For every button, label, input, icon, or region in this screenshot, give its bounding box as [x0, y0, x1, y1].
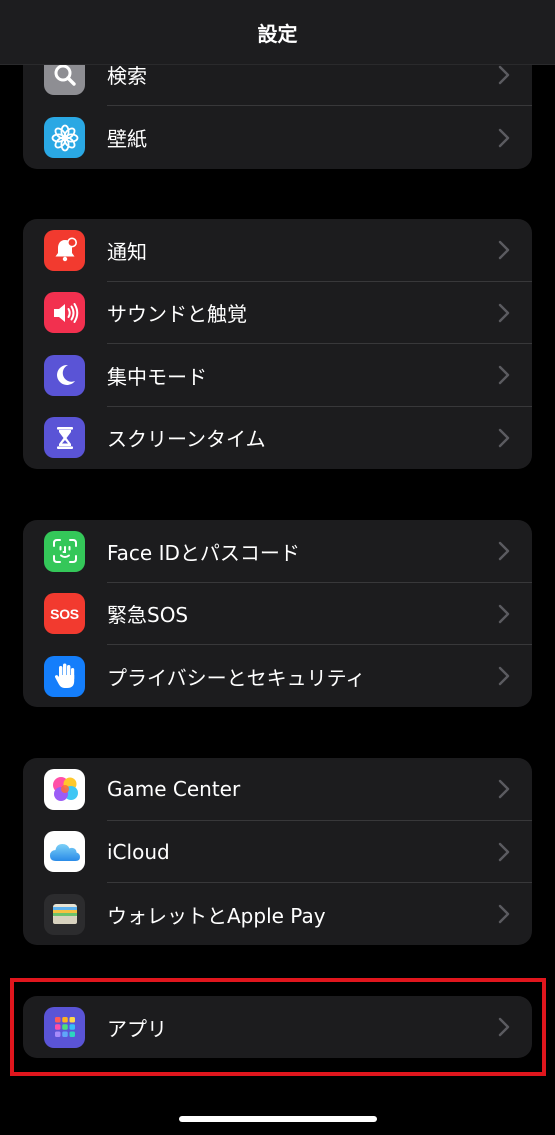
settings-row-game-center[interactable]: Game Center: [23, 758, 532, 821]
chevron-right-icon: [498, 604, 510, 623]
settings-group-apps: アプリ: [23, 996, 532, 1058]
chevron-right-icon: [498, 65, 510, 84]
settings-row-label: 通知: [107, 239, 147, 264]
settings-row-label: 緊急SOS: [107, 603, 189, 628]
chevron-right-icon: [498, 241, 510, 260]
settings-row-icloud[interactable]: iCloud: [23, 821, 532, 883]
chevron-right-icon: [498, 542, 510, 561]
settings-row-wallet[interactable]: ウォレットとApple Pay: [23, 883, 532, 945]
settings-row-label: 集中モード: [107, 364, 207, 389]
speaker-icon: [44, 292, 85, 334]
hourglass-icon: [44, 417, 85, 459]
moon-icon: [44, 354, 85, 396]
settings-group-security: Face IDとパスコード SOS 緊急SOS プライバシーとセキュリティ: [23, 520, 532, 707]
chevron-right-icon: [498, 366, 510, 385]
icloud-icon: [44, 831, 85, 873]
settings-group-accounts: Game Center iCloud ウォレットとApple Pay: [23, 758, 532, 945]
settings-row-label: アプリ: [107, 1016, 167, 1041]
home-indicator: [179, 1116, 377, 1122]
game-center-icon: [44, 768, 85, 810]
navigation-bar: 設定: [0, 0, 555, 65]
settings-row-label: Face IDとパスコード: [107, 540, 300, 565]
settings-row-privacy-security[interactable]: プライバシーとセキュリティ: [23, 645, 532, 707]
settings-row-label: プライバシーとセキュリティ: [107, 665, 366, 690]
sos-icon-text: SOS: [50, 605, 79, 622]
chevron-right-icon: [498, 428, 510, 447]
chevron-right-icon: [498, 128, 510, 147]
settings-row-sounds-haptics[interactable]: サウンドと触覚: [23, 282, 532, 344]
bell-icon: [44, 229, 85, 271]
face-id-icon: [44, 530, 85, 572]
settings-row-focus[interactable]: 集中モード: [23, 344, 532, 407]
wallpaper-flower-icon: [44, 117, 85, 158]
wallet-icon: [44, 893, 85, 935]
settings-row-apps[interactable]: アプリ: [23, 996, 532, 1058]
settings-row-screen-time[interactable]: スクリーンタイム: [23, 407, 532, 470]
settings-row-label: サウンドと触覚: [107, 302, 247, 327]
settings-row-label: 壁紙: [107, 127, 147, 151]
settings-row-label: ウォレットとApple Pay: [107, 903, 326, 928]
settings-row-label: スクリーンタイム: [107, 427, 266, 452]
settings-row-emergency-sos[interactable]: SOS 緊急SOS: [23, 583, 532, 645]
chevron-right-icon: [498, 303, 510, 322]
chevron-right-icon: [498, 780, 510, 799]
settings-row-face-id[interactable]: Face IDとパスコード: [23, 520, 532, 583]
sos-icon: SOS: [44, 593, 85, 635]
settings-row-label: Game Center: [107, 777, 241, 802]
chevron-right-icon: [498, 842, 510, 861]
chevron-right-icon: [498, 667, 510, 686]
settings-row-label: iCloud: [107, 839, 170, 864]
apps-grid-icon: [44, 1006, 85, 1048]
settings-row-notifications[interactable]: 通知: [23, 219, 532, 282]
settings-row-wallpaper[interactable]: 壁紙: [23, 106, 532, 169]
page-title: 設定: [257, 21, 298, 46]
chevron-right-icon: [498, 905, 510, 924]
settings-group-notifications: 通知 サウンドと触覚 集中モード スクリーンタイム: [23, 219, 532, 469]
hand-icon: [44, 655, 85, 697]
chevron-right-icon: [498, 1017, 510, 1037]
